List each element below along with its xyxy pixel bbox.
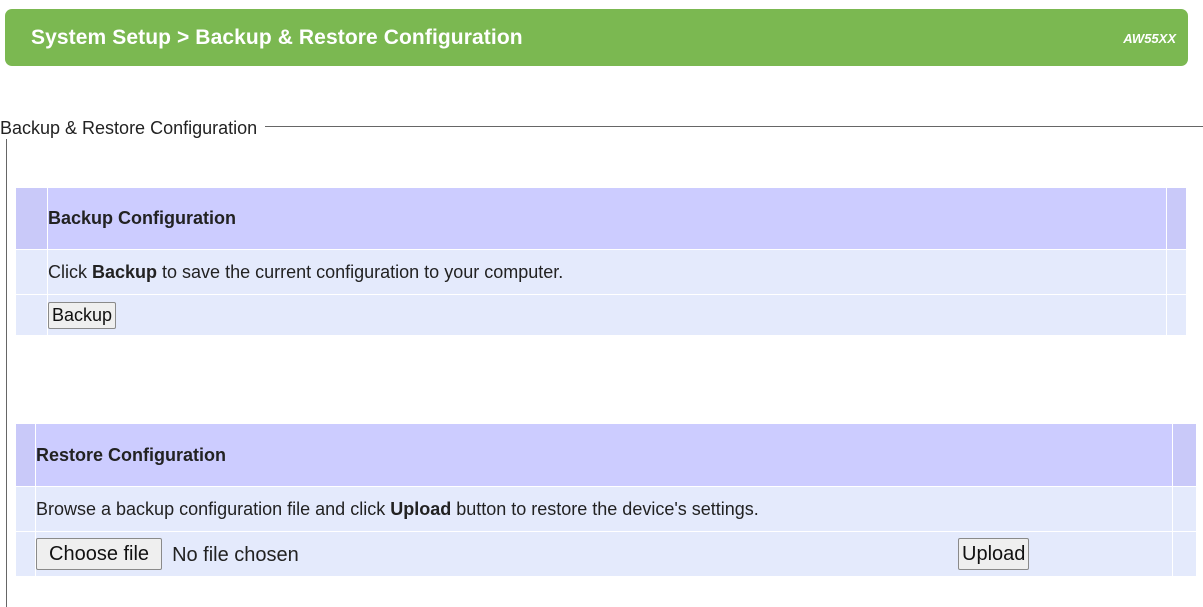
file-status-text: No file chosen — [172, 543, 299, 566]
restore-file-row: Choose file No file chosen Upload — [16, 531, 1196, 576]
backup-button[interactable]: Backup — [48, 301, 117, 329]
restore-description: Browse a backup configuration file and c… — [35, 486, 1173, 532]
restore-section-title: Restore Configuration — [35, 424, 1173, 487]
restore-config-table: Restore Configuration Browse a backup co… — [16, 424, 1196, 576]
device-model-label: AW55XX — [1123, 31, 1176, 46]
backup-section-title: Backup Configuration — [47, 188, 1167, 250]
page-title: System Setup > Backup & Restore Configur… — [31, 26, 523, 49]
backup-desc-row: Click Backup to save the current configu… — [16, 249, 1186, 295]
backup-config-table: Backup Configuration Click Backup to sav… — [16, 188, 1186, 335]
file-upload-controls: Choose file No file chosen Upload — [36, 538, 1172, 570]
backup-description: Click Backup to save the current configu… — [47, 249, 1167, 295]
backup-header-row: Backup Configuration — [16, 188, 1186, 250]
choose-file-button[interactable]: Choose file — [36, 538, 163, 570]
page-header: System Setup > Backup & Restore Configur… — [5, 9, 1188, 66]
backup-button-row: Backup — [16, 294, 1186, 335]
upload-button[interactable]: Upload — [958, 538, 1030, 570]
restore-desc-row: Browse a backup configuration file and c… — [16, 486, 1196, 532]
restore-header-row: Restore Configuration — [16, 424, 1196, 487]
fieldset-legend: Backup & Restore Configuration — [0, 118, 266, 139]
